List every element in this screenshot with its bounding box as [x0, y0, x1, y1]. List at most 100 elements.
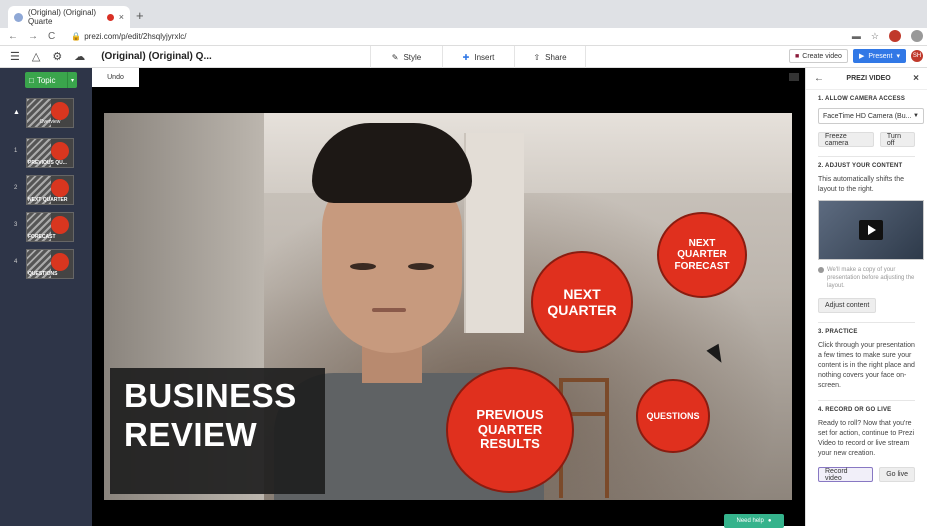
overview-label: Overview [39, 119, 61, 125]
section-title: 1. ALLOW CAMERA ACCESS [818, 96, 906, 102]
topic-thumbnail-1[interactable]: PREVIOUS QU... [26, 138, 74, 168]
topic-bubble-questions[interactable]: QUESTIONS [636, 379, 710, 453]
brush-icon: ✎ [391, 52, 399, 62]
address-bar: ← → C 🔒 prezi.com/p/edit/2hsqlyjyrxlc/ ▬ … [0, 28, 927, 46]
camera-select-value: FaceTime HD Camera (Bu... [823, 112, 912, 120]
prezi-video-panel: ← PREZI VIDEO × 1. ALLOW CAMERA ACCESS F… [805, 68, 927, 526]
bubble-text: NEXT [688, 237, 716, 249]
recording-indicator-icon [106, 13, 114, 21]
comment-icon[interactable] [789, 73, 799, 81]
editor-toolbar: ☰ △ ⚙ ☁ (Original) (Original) Q... ✎ Styl… [0, 46, 927, 68]
chevron-down-icon: ▼ [913, 113, 919, 119]
presentation-canvas: Undo BUSINESS REVIEW NEXT QUARTER NEXT QUA… [92, 68, 805, 528]
back-icon[interactable]: ← [8, 31, 18, 42]
home-icon[interactable]: ▲ [13, 109, 20, 116]
presentation-title[interactable]: (Original) (Original) Q... [101, 51, 212, 62]
forward-icon[interactable]: → [28, 31, 38, 42]
topic-thumbnail-3[interactable]: FORECAST [26, 212, 74, 242]
section-text: This automatically shifts the layout to … [818, 176, 904, 193]
lock-icon: 🔒 [71, 32, 82, 41]
bubble-text: RESULTS [480, 436, 540, 452]
bubble-text: FORECAST [674, 260, 730, 272]
star-icon[interactable]: ☆ [871, 31, 879, 42]
turn-off-button[interactable]: Turn off [879, 132, 915, 147]
tutorial-video-thumbnail[interactable] [818, 200, 924, 260]
section-text: Click through your presentation a few ti… [818, 342, 915, 389]
present-label: Present [868, 52, 893, 60]
browser-tab[interactable]: (Original) (Original) Quarte × [8, 6, 130, 28]
create-video-label: Create video [802, 52, 842, 60]
topic-bubble-previous-quarter[interactable]: PREVIOUS QUARTER RESULTS [446, 367, 574, 493]
thumb-circle [51, 216, 69, 234]
bubble-text: QUESTIONS [646, 410, 700, 421]
bubble-text: QUARTER [547, 302, 617, 318]
menu-icon[interactable]: ☰ [10, 50, 20, 63]
back-arrow-icon[interactable]: ← [814, 73, 824, 84]
topic-caption: NEXT QUARTER [28, 197, 68, 203]
share-button[interactable]: ⇧ Share [514, 46, 586, 68]
thumb-circle [51, 179, 69, 197]
topic-icon: □ [29, 75, 34, 85]
eye [408, 263, 434, 270]
insert-button[interactable]: ✚ Insert [442, 46, 514, 68]
info-note: We'll make a copy of your presentation b… [818, 266, 915, 290]
section-record: 4. RECORD OR GO LIVE Ready to roll? Now … [806, 401, 927, 482]
reload-icon[interactable]: C [48, 31, 55, 42]
close-icon[interactable]: × [913, 73, 919, 84]
topic-label: Topic [36, 75, 56, 85]
section-title: 4. RECORD OR GO LIVE [818, 407, 892, 413]
slide-title-line2: REVIEW [124, 416, 258, 453]
gear-icon[interactable]: ⚙ [52, 50, 62, 63]
slide-title-box[interactable]: BUSINESS REVIEW [110, 368, 325, 494]
presenter-hair [312, 123, 472, 203]
topic-thumbnail-2[interactable]: NEXT QUARTER [26, 175, 74, 205]
camera-select[interactable]: FaceTime HD Camera (Bu... ▼ [818, 108, 924, 124]
section-practice: 3. PRACTICE Click through your presentat… [806, 323, 927, 401]
topics-sidebar: □ Topic ▾ ▲ Overview 1 PREVIOUS QU... 2 … [0, 68, 92, 526]
present-button[interactable]: ▶ Present ▾ [852, 49, 906, 63]
extension-area: ▬ ☆ [852, 30, 923, 42]
bubble-text: PREVIOUS [476, 406, 544, 422]
create-video-button[interactable]: ■ Create video [789, 49, 848, 63]
undo-button[interactable]: Undo [92, 68, 139, 87]
camera-preview: BUSINESS REVIEW NEXT QUARTER NEXT QUARTER F… [104, 113, 792, 500]
chevron-down-icon[interactable]: ▾ [67, 72, 77, 88]
url-field[interactable]: 🔒 prezi.com/p/edit/2hsqlyjyrxlc/ [71, 32, 186, 41]
prezi-favicon-icon [14, 12, 23, 22]
tab-close-icon[interactable]: × [119, 12, 124, 22]
need-help-label: Need help [736, 518, 764, 524]
thumb-circle [51, 102, 69, 120]
bubble-text: QUARTER [677, 249, 727, 261]
play-icon: ▶ [858, 53, 865, 60]
chevron-down-icon[interactable]: ▾ [896, 52, 900, 60]
play-icon[interactable] [859, 220, 883, 240]
panel-header: ← PREZI VIDEO × [806, 68, 927, 90]
extension-icon[interactable] [889, 30, 901, 42]
go-live-button[interactable]: Go live [879, 467, 915, 482]
topic-thumbnail-4[interactable]: QUESTIONS [26, 249, 74, 279]
new-tab-button[interactable]: + [136, 8, 144, 23]
topic-number: 1 [14, 148, 18, 154]
topic-bubble-forecast[interactable]: NEXT QUARTER FORECAST [657, 212, 747, 298]
info-icon [818, 267, 824, 273]
topic-number: 4 [14, 259, 18, 265]
browser-tab-strip: (Original) (Original) Quarte × + [0, 0, 927, 28]
freeze-camera-button[interactable]: Freeze camera [818, 132, 874, 147]
avatar[interactable]: SH [911, 50, 923, 62]
topic-bubble-next-quarter[interactable]: NEXT QUARTER [531, 251, 633, 353]
adjust-content-button[interactable]: Adjust content [818, 298, 877, 313]
style-button[interactable]: ✎ Style [370, 46, 442, 68]
cloud-icon[interactable]: ☁ [74, 50, 85, 63]
profile-icon[interactable] [911, 30, 923, 42]
thumb-circle [51, 253, 69, 271]
section-camera: 1. ALLOW CAMERA ACCESS FaceTime HD Camer… [806, 90, 927, 157]
figure-icon[interactable]: △ [32, 50, 40, 63]
cast-icon[interactable]: ▬ [852, 31, 861, 41]
bubble-text: NEXT [563, 285, 601, 302]
topic-caption: FORECAST [28, 234, 56, 240]
record-video-button[interactable]: Record video [818, 467, 874, 482]
add-topic-button[interactable]: □ Topic ▾ [25, 72, 77, 88]
section-adjust: 2. ADJUST YOUR CONTENT This automaticall… [806, 157, 927, 323]
topic-caption: PREVIOUS QU... [28, 160, 67, 166]
style-label: Style [403, 52, 422, 62]
